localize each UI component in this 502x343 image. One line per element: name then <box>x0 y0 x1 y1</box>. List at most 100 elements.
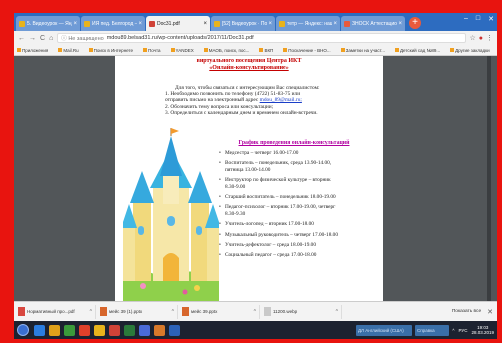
forward-icon[interactable]: → <box>29 35 36 42</box>
download-item[interactable]: Нормативный про...pdf ^ <box>18 304 96 319</box>
tab-strip: 5. Видеоурок — Яндекс×ИЯ пед. Белгород —… <box>14 13 497 31</box>
tab-favicon-icon <box>214 20 220 27</box>
clock-date: 28.03.2019 <box>471 330 494 335</box>
tab-label: тетр — Яндекс: нашлось <box>287 20 333 27</box>
show-all-downloads-button[interactable]: Показать все <box>452 309 481 314</box>
tab-4[interactable]: тетр — Яндекс: нашлось× <box>276 16 340 31</box>
close-downloads-icon[interactable]: ✕ <box>487 308 493 316</box>
schedule-item: Воспитатель – понедельник, среда 13.90-1… <box>219 160 379 173</box>
chevron-up-icon[interactable]: ^ <box>172 309 174 315</box>
bookmark-item[interactable]: Другие закладки <box>450 48 494 53</box>
bookmark-item[interactable]: Детский сад №89... <box>394 47 445 53</box>
reload-icon[interactable]: C <box>40 35 45 42</box>
bookmark-item[interactable]: Заметки на участ... <box>340 48 390 53</box>
bookmarks-bar: Приложения Mail.Ru Поиск в Интернете Почта Y… <box>14 45 497 56</box>
bookmark-item[interactable]: YANDEX <box>170 48 199 53</box>
tab-label: [52] Видеоурок · Поиск <box>222 20 268 27</box>
taskbar-app-icon[interactable] <box>34 324 45 336</box>
start-button[interactable] <box>17 324 29 336</box>
taskbar: ДЛ Английский (США) Справка ^ РУС 19:03 28.03… <box>14 321 497 339</box>
tab-close-icon[interactable]: × <box>138 21 142 27</box>
bookmark-item[interactable]: МАОБ, поиск, пос... <box>203 48 255 53</box>
tab-close-icon[interactable]: × <box>73 21 77 27</box>
bookmark-item[interactable]: Приложения <box>17 48 53 53</box>
file-icon <box>18 307 25 316</box>
file-icon <box>182 307 189 316</box>
download-filename: мейс 39 (1).pptx <box>109 309 143 314</box>
language-indicator[interactable]: РУС <box>458 328 467 333</box>
schedule-item: Учитель-логопед – вторник 17.00-18.00 <box>219 221 379 228</box>
viewer-scrollbar[interactable] <box>487 56 491 301</box>
tab-close-icon[interactable]: × <box>398 21 402 27</box>
language-input-field[interactable]: ДЛ Английский (США) <box>356 324 412 336</box>
tab-2[interactable]: Doc31.pdf × <box>146 16 210 31</box>
url-field[interactable]: ⓘ Не защищено mdou89.belsad31.ru/wp-cont… <box>57 33 467 43</box>
menu-icon[interactable]: ⋮ <box>486 34 493 42</box>
bookmark-favicon-icon <box>394 48 399 53</box>
tab-5[interactable]: ЗНОСК Аттестационный× <box>341 16 405 31</box>
tab-label: ИЯ пед. Белгород — Ян <box>92 20 137 27</box>
schedule-line: пятница 13.00-14.00 <box>225 166 271 173</box>
home-icon[interactable]: ⌂ <box>49 35 53 42</box>
bookmark-item[interactable]: Почта <box>143 48 166 53</box>
bookmark-favicon-icon <box>170 48 175 53</box>
maximize-icon[interactable]: □ <box>476 15 480 23</box>
tab-label: ЗНОСК Аттестационный <box>352 20 397 27</box>
pdf-viewer: виртуального посещения Центра ИКТ «Онлай… <box>14 56 497 301</box>
schedule-line: 8.30-9.00 <box>225 183 246 190</box>
step-3: 3. Определиться с календарным днем и вре… <box>165 109 318 116</box>
tab-close-icon[interactable]: × <box>203 21 207 27</box>
taskbar-app-icon[interactable] <box>49 324 60 336</box>
close-icon[interactable]: ✕ <box>488 15 494 23</box>
security-label: ⓘ Не защищено <box>61 36 104 42</box>
bookmark-label: Детский сад №89... <box>399 47 441 53</box>
tab-close-icon[interactable]: × <box>268 21 272 27</box>
tab-1[interactable]: ИЯ пед. Белгород — Ян× <box>81 16 145 31</box>
bookmark-item[interactable]: Поиск в Интернете <box>88 48 138 53</box>
download-item[interactable]: мейс 39.pptx ^ <box>182 304 260 319</box>
clock[interactable]: 19:03 28.03.2019 <box>471 325 494 335</box>
schedule-line: 8.30-9.30 <box>225 210 246 217</box>
bookmark-label: ВКП <box>264 47 274 53</box>
file-icon <box>264 307 271 316</box>
download-filename: мейс 39.pptx <box>191 309 218 314</box>
minimize-icon[interactable]: – <box>464 15 468 23</box>
taskbar-app-icon[interactable] <box>154 324 165 336</box>
schedule-item: Старший воспитатель – понедельник 18.00-… <box>219 194 379 201</box>
schedule-item: Социальный педагог – среда 17.00-18.00 <box>219 252 379 259</box>
chevron-up-icon[interactable]: ^ <box>254 309 256 315</box>
chevron-up-icon[interactable]: ^ <box>90 309 92 315</box>
taskbar-app-icon[interactable] <box>139 324 150 336</box>
tab-favicon-icon <box>149 20 155 27</box>
taskbar-app-icon[interactable] <box>94 324 105 336</box>
title-line-2: «Онлайн-консультирование» <box>209 65 289 71</box>
download-filename: 11200.webp <box>273 309 298 314</box>
chevron-up-icon[interactable]: ^ <box>336 309 338 315</box>
taskbar-app-icon[interactable] <box>169 324 180 336</box>
taskbar-app-icon[interactable] <box>124 324 135 336</box>
taskbar-app-icon[interactable] <box>64 324 75 336</box>
new-tab-button[interactable]: + <box>409 17 421 29</box>
red-background-frame: 5. Видеоурок — Яндекс×ИЯ пед. Белгород —… <box>0 0 502 343</box>
tab-3[interactable]: [52] Видеоурок · Поиск× <box>211 16 275 31</box>
bookmark-item[interactable]: Поскачение - ВНО... <box>283 48 335 53</box>
star-icon[interactable]: ☆ <box>469 34 475 42</box>
download-item[interactable]: мейс 39 (1).pptx ^ <box>100 304 178 319</box>
downloads-bar: Нормативный про...pdf ^ мейс 39 (1).pptx ^ м… <box>14 301 497 321</box>
tab-close-icon[interactable]: × <box>333 21 337 27</box>
help-button[interactable]: Справка <box>415 324 449 336</box>
step-1b-text: отправить письмо на электронный адрес <box>165 97 260 104</box>
schedule-item: Музыкальный руководитель – четверг 17.00… <box>219 232 379 239</box>
taskbar-app-icon[interactable] <box>79 324 90 336</box>
extension-icon[interactable]: ● <box>479 35 483 42</box>
chevron-up-icon[interactable]: ^ <box>452 328 454 333</box>
taskbar-app-icon[interactable] <box>109 324 120 336</box>
back-icon[interactable]: ← <box>18 35 25 42</box>
bookmark-item[interactable]: ВКП <box>259 48 278 53</box>
email-link[interactable]: mdou_89@mail.ru; <box>260 97 302 103</box>
bookmark-item[interactable]: Mail.Ru <box>58 48 83 53</box>
tab-0[interactable]: 5. Видеоурок — Яндекс× <box>16 16 80 31</box>
download-item[interactable]: 11200.webp ^ <box>264 304 342 319</box>
schedule-item: Педагог-психолог – вторник 17.00-19.00, … <box>219 204 379 217</box>
url-text: mdou89.belsad31.ru/wp-content/uploads/20… <box>106 35 254 41</box>
